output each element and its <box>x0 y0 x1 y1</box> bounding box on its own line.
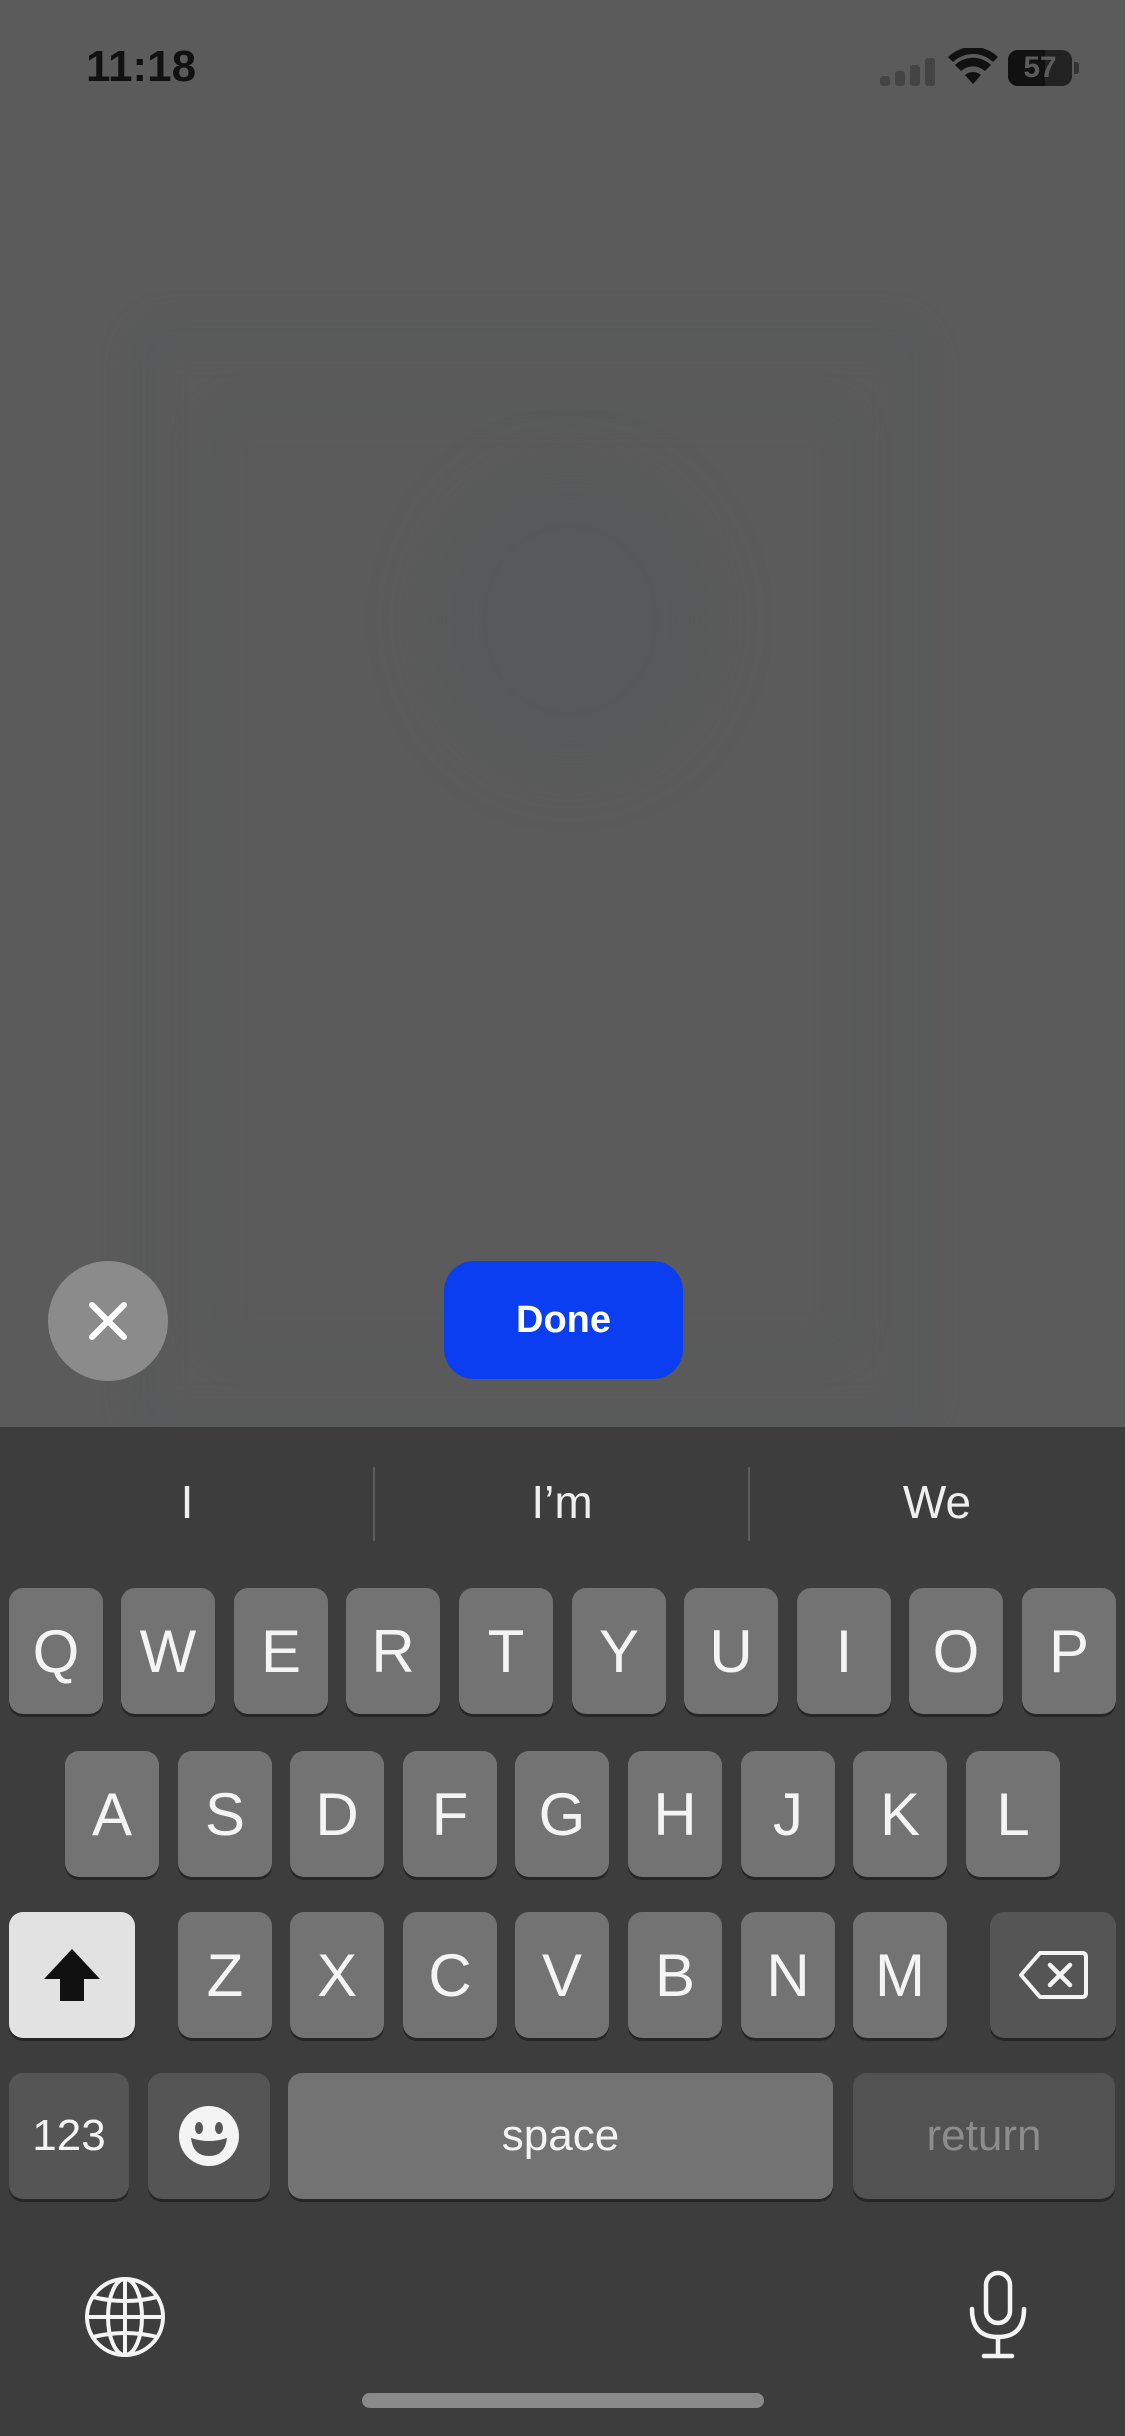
return-key[interactable]: return <box>853 2073 1115 2199</box>
key-x[interactable]: X <box>290 1912 384 2038</box>
delete-backspace-icon <box>1019 1951 1088 1999</box>
emoji-icon <box>179 2106 239 2166</box>
emoji-key[interactable] <box>148 2073 270 2199</box>
battery-cap <box>1074 62 1079 74</box>
close-button[interactable] <box>48 1261 168 1381</box>
battery-icon: 57 <box>1008 50 1079 86</box>
battery-percentage: 57 <box>1023 51 1057 84</box>
status-bar: 11:18 57 <box>0 0 1125 140</box>
key-n[interactable]: N <box>741 1912 835 2038</box>
suggestion-3[interactable]: We <box>750 1427 1124 1577</box>
background-blob-shape <box>430 470 710 770</box>
suggestion-2[interactable]: I’m <box>375 1427 749 1577</box>
key-b[interactable]: B <box>628 1912 722 2038</box>
key-i[interactable]: I <box>797 1588 891 1714</box>
key-l[interactable]: L <box>966 1751 1060 1877</box>
shift-icon <box>44 1949 100 2001</box>
globe-icon[interactable] <box>83 2275 167 2359</box>
close-icon <box>89 1302 127 1340</box>
key-d[interactable]: D <box>290 1751 384 1877</box>
key-y[interactable]: Y <box>572 1588 666 1714</box>
key-z[interactable]: Z <box>178 1912 272 2038</box>
home-indicator <box>362 2393 764 2408</box>
key-j[interactable]: J <box>741 1751 835 1877</box>
key-c[interactable]: C <box>403 1912 497 2038</box>
key-u[interactable]: U <box>684 1588 778 1714</box>
key-g[interactable]: G <box>515 1751 609 1877</box>
key-w[interactable]: W <box>121 1588 215 1714</box>
key-r[interactable]: R <box>346 1588 440 1714</box>
numbers-key[interactable]: 123 <box>9 2073 129 2199</box>
key-v[interactable]: V <box>515 1912 609 2038</box>
key-q[interactable]: Q <box>9 1588 103 1714</box>
key-a[interactable]: A <box>65 1751 159 1877</box>
shift-key[interactable] <box>9 1912 135 2038</box>
space-key[interactable]: space <box>288 2073 833 2199</box>
key-f[interactable]: F <box>403 1751 497 1877</box>
status-time: 11:18 <box>86 42 197 91</box>
key-s[interactable]: S <box>178 1751 272 1877</box>
suggestion-1[interactable]: I <box>0 1427 374 1577</box>
done-button[interactable]: Done <box>444 1261 683 1379</box>
story-canvas <box>0 0 1125 1427</box>
key-t[interactable]: T <box>459 1588 553 1714</box>
delete-key[interactable] <box>990 1912 1116 2038</box>
key-h[interactable]: H <box>628 1751 722 1877</box>
microphone-icon[interactable] <box>966 2269 1030 2361</box>
key-m[interactable]: M <box>853 1912 947 2038</box>
key-e[interactable]: E <box>234 1588 328 1714</box>
keyboard: I I’m We Q W E R T Y U I O P A S D F G H… <box>0 1427 1125 2436</box>
wifi-icon <box>948 48 998 84</box>
cellular-signal-icon <box>880 56 938 86</box>
key-p[interactable]: P <box>1022 1588 1116 1714</box>
key-k[interactable]: K <box>853 1751 947 1877</box>
key-o[interactable]: O <box>909 1588 1003 1714</box>
predictive-suggestions-bar: I I’m We <box>0 1427 1125 1577</box>
